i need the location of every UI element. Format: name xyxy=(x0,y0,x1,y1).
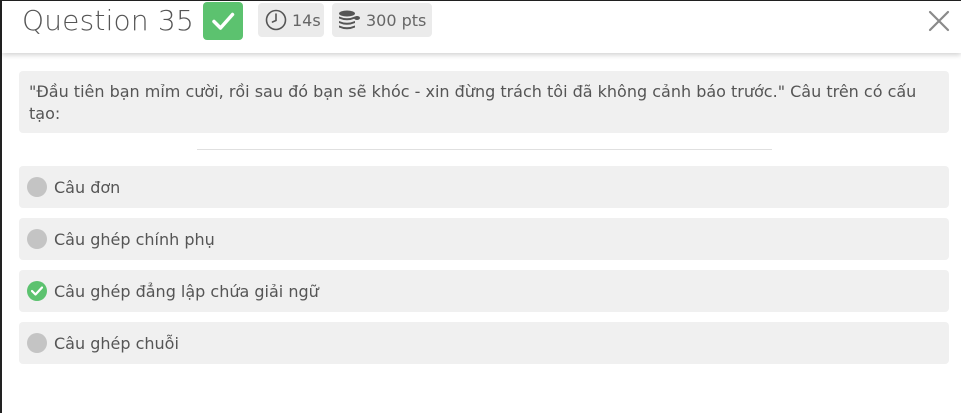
coins-icon xyxy=(337,9,361,31)
answer-option-3[interactable]: Câu ghép đẳng lập chứa giải ngữ xyxy=(19,270,949,312)
radio-icon xyxy=(27,333,47,353)
question-text-box: "Đầu tiên bạn mỉm cười, rồi sau đó bạn s… xyxy=(19,71,949,133)
quiz-frame: Question 35 14s 300 pts "Đầu tiên bạn mỉ… xyxy=(0,0,961,413)
answer-label: Câu ghép chính phụ xyxy=(54,229,215,249)
divider xyxy=(197,149,772,150)
timer-value: 14s xyxy=(292,10,321,30)
answer-label: Câu đơn xyxy=(54,177,121,197)
radio-icon xyxy=(27,229,47,249)
answer-label: Câu ghép chuỗi xyxy=(54,333,179,353)
close-button[interactable] xyxy=(927,9,951,33)
radio-icon xyxy=(27,177,47,197)
checkmark-icon xyxy=(212,12,235,30)
points-badge: 300 pts xyxy=(332,3,432,37)
question-title: Question 35 xyxy=(22,4,194,37)
correct-check-icon xyxy=(27,281,47,301)
clock-icon xyxy=(265,9,287,31)
close-icon xyxy=(928,10,950,32)
question-header: Question 35 14s 300 pts xyxy=(2,1,961,53)
answer-option-4[interactable]: Câu ghép chuỗi xyxy=(19,322,949,364)
question-text: "Đầu tiên bạn mỉm cười, rồi sau đó bạn s… xyxy=(29,82,917,123)
answer-option-1[interactable]: Câu đơn xyxy=(19,166,949,208)
timer-badge: 14s xyxy=(258,3,324,37)
correct-check-badge xyxy=(203,2,243,40)
answer-option-2[interactable]: Câu ghép chính phụ xyxy=(19,218,949,260)
points-value: 300 pts xyxy=(366,10,427,30)
answer-label: Câu ghép đẳng lập chứa giải ngữ xyxy=(54,281,319,301)
